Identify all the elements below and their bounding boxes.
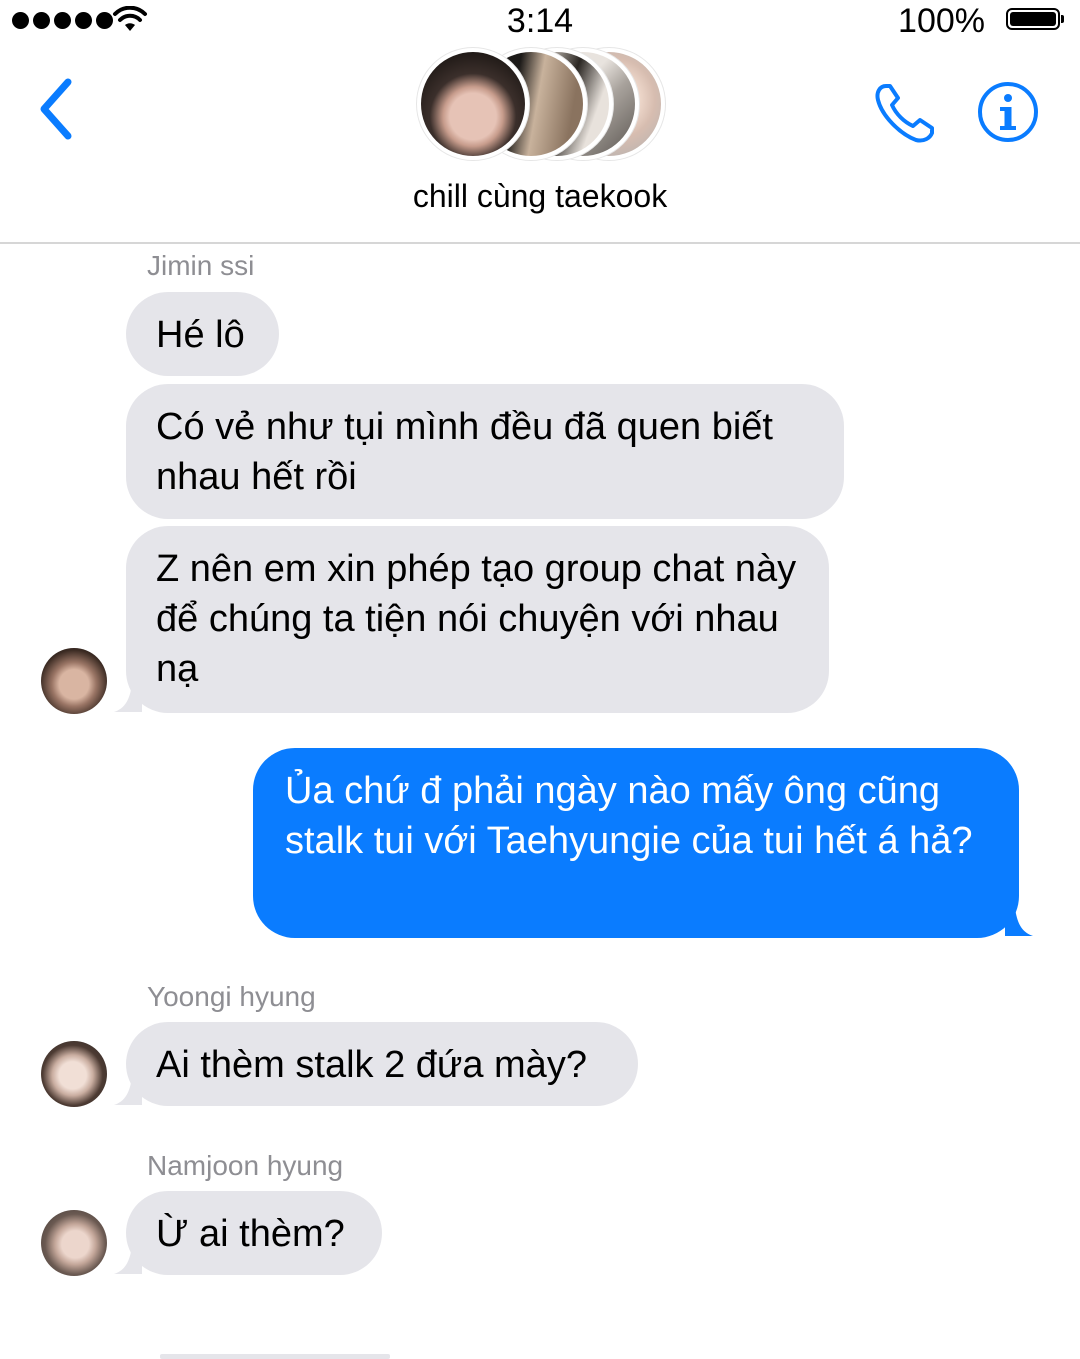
incoming-message-bubble[interactable]: Z nên em xin phép tạo group chat này để … — [126, 526, 829, 713]
status-bar: 3:14 100% — [0, 0, 1080, 44]
bubble-tail — [114, 684, 142, 712]
sender-avatar[interactable] — [41, 1041, 107, 1107]
sender-name: Yoongi hyung — [147, 981, 316, 1012]
member-avatar — [417, 48, 529, 160]
sender-name: Jimin ssi — [147, 250, 255, 281]
sender-avatar[interactable] — [41, 648, 107, 714]
incoming-message-bubble[interactable]: Ai thèm stalk 2 đứa mày? — [126, 1022, 638, 1106]
sender-name: Namjoon hyung — [147, 1150, 344, 1181]
group-avatar-stack[interactable] — [415, 44, 665, 164]
conversation-header: chill cùng taekook — [0, 44, 1080, 244]
outgoing-message-bubble[interactable]: Ủa chứ đ phải ngày nào mấy ông cũng stal… — [253, 748, 1019, 938]
phone-icon[interactable] — [870, 78, 940, 148]
battery-percentage: 100% — [898, 2, 985, 40]
battery-icon — [1006, 8, 1064, 30]
bubble-tail — [114, 1246, 142, 1274]
incoming-message-bubble[interactable]: Có vẻ như tụi mình đều đã quen biết nhau… — [126, 384, 844, 519]
incoming-message-bubble[interactable]: Ừ ai thèm? — [126, 1191, 382, 1275]
partial-bubble-edge — [160, 1354, 390, 1359]
group-name[interactable]: chill cùng taekook — [0, 178, 1080, 215]
bubble-tail — [1005, 908, 1033, 936]
chevron-left-icon[interactable] — [30, 74, 90, 144]
bubble-tail — [114, 1077, 142, 1105]
sender-avatar[interactable] — [41, 1210, 107, 1276]
info-icon[interactable] — [976, 80, 1040, 144]
incoming-message-bubble[interactable]: Hé lô — [126, 292, 279, 376]
